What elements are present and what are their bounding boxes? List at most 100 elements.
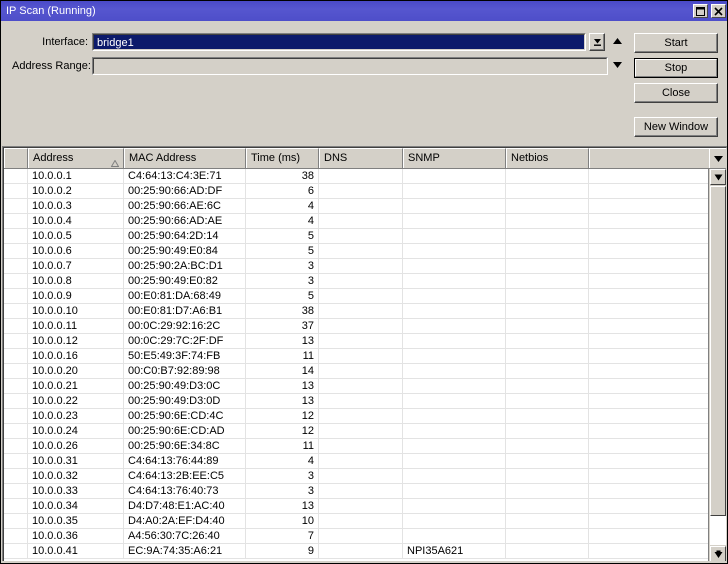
cell-address: 10.0.0.3 <box>28 199 124 213</box>
table-row[interactable]: 10.0.0.2 00:25:90:66:AD:DF 6 <box>4 184 709 199</box>
table-row[interactable]: 10.0.0.33 C4:64:13:76:40:73 3 <box>4 484 709 499</box>
cell-flag <box>4 199 28 213</box>
table-row[interactable]: 10.0.0.3 00:25:90:66:AE:6C 4 <box>4 199 709 214</box>
cell-flag <box>4 184 28 198</box>
column-menu-button[interactable] <box>709 148 726 168</box>
table-row[interactable]: 10.0.0.36 A4:56:30:7C:26:40 7 <box>4 529 709 544</box>
table-row[interactable]: 10.0.0.24 00:25:90:6E:CD:AD 12 <box>4 424 709 439</box>
window-titlebar[interactable]: IP Scan (Running) <box>1 1 727 21</box>
scroll-down-button[interactable] <box>710 546 726 562</box>
cell-snmp <box>403 379 506 393</box>
cell-mac-address: 50:E5:49:3F:74:FB <box>124 349 246 363</box>
table-row[interactable]: 10.0.0.12 00:0C:29:7C:2F:DF 13 <box>4 334 709 349</box>
table-row[interactable]: 10.0.0.10 00:E0:81:D7:A6:B1 38 <box>4 304 709 319</box>
interface-dropdown-button[interactable] <box>589 33 605 51</box>
table-row[interactable]: 10.0.0.22 00:25:90:49:D3:0D 13 <box>4 394 709 409</box>
cell-snmp: NPI35A621 <box>403 544 506 558</box>
scrollbar-track[interactable] <box>710 186 726 545</box>
scrollbar-thumb[interactable] <box>710 186 726 516</box>
cell-address: 10.0.0.7 <box>28 259 124 273</box>
cell-address: 10.0.0.34 <box>28 499 124 513</box>
cell-address: 10.0.0.16 <box>28 349 124 363</box>
table-row[interactable]: 10.0.0.9 00:E0:81:DA:68:49 5 <box>4 289 709 304</box>
cell-netbios <box>506 499 589 513</box>
scan-settings-panel: Interface: bridge1 Address Range: Start … <box>1 21 727 144</box>
cell-address: 10.0.0.26 <box>28 439 124 453</box>
cell-snmp <box>403 229 506 243</box>
cell-netbios <box>506 274 589 288</box>
cell-time: 38 <box>246 169 319 183</box>
table-row[interactable]: 10.0.0.41 EC:9A:74:35:A6:21 9 NPI35A621 <box>4 544 709 559</box>
cell-netbios <box>506 319 589 333</box>
column-header-dns[interactable]: DNS <box>319 148 403 168</box>
cell-filler <box>589 214 709 228</box>
cell-dns <box>319 544 403 558</box>
table-row[interactable]: 10.0.0.23 00:25:90:6E:CD:4C 12 <box>4 409 709 424</box>
cell-snmp <box>403 304 506 318</box>
start-button[interactable]: Start <box>634 33 718 53</box>
column-header-flag[interactable] <box>4 148 28 168</box>
cell-dns <box>319 244 403 258</box>
cell-dns <box>319 349 403 363</box>
scroll-down-icon <box>714 550 722 558</box>
column-header-filler[interactable] <box>589 148 709 168</box>
cell-mac-address: 00:25:90:66:AE:6C <box>124 199 246 213</box>
maximize-button[interactable] <box>693 4 708 18</box>
address-range-input[interactable] <box>92 57 608 75</box>
cell-mac-address: 00:25:90:49:D3:0D <box>124 394 246 408</box>
interface-spinner-up[interactable] <box>609 34 625 48</box>
cell-flag <box>4 484 28 498</box>
cell-filler <box>589 424 709 438</box>
maximize-icon <box>696 6 705 16</box>
column-header-mac-address[interactable]: MAC Address <box>124 148 246 168</box>
table-body[interactable]: 10.0.0.1 C4:64:13:C4:3E:71 38 10.0.0.2 00:25… <box>4 169 709 562</box>
table-row[interactable]: 10.0.0.34 D4:D7:48:E1:AC:40 13 <box>4 499 709 514</box>
table-row[interactable]: 10.0.0.35 D4:A0:2A:EF:D4:40 10 <box>4 514 709 529</box>
cell-filler <box>589 229 709 243</box>
cell-filler <box>589 514 709 528</box>
table-row[interactable]: 10.0.0.26 00:25:90:6E:34:8C 11 <box>4 439 709 454</box>
table-row[interactable]: 10.0.0.5 00:25:90:64:2D:14 5 <box>4 229 709 244</box>
cell-address: 10.0.0.31 <box>28 454 124 468</box>
table-row[interactable]: 10.0.0.11 00:0C:29:92:16:2C 37 <box>4 319 709 334</box>
cell-netbios <box>506 214 589 228</box>
scroll-down-icon <box>714 174 722 180</box>
cell-time: 14 <box>246 364 319 378</box>
cell-dns <box>319 214 403 228</box>
table-row[interactable]: 10.0.0.7 00:25:90:2A:BC:D1 3 <box>4 259 709 274</box>
close-dialog-button[interactable]: Close <box>634 83 718 103</box>
cell-time: 3 <box>246 484 319 498</box>
cell-dns <box>319 514 403 528</box>
table-row[interactable]: 10.0.0.20 00:C0:B7:92:89:98 14 <box>4 364 709 379</box>
table-row[interactable]: 10.0.0.16 50:E5:49:3F:74:FB 11 <box>4 349 709 364</box>
cell-filler <box>589 499 709 513</box>
column-header-snmp[interactable]: SNMP <box>403 148 506 168</box>
table-row[interactable]: 10.0.0.21 00:25:90:49:D3:0C 13 <box>4 379 709 394</box>
table-row[interactable]: 10.0.0.4 00:25:90:66:AD:AE 4 <box>4 214 709 229</box>
address-range-dropdown-button[interactable] <box>609 58 625 72</box>
new-window-button[interactable]: New Window <box>634 117 718 137</box>
column-header-time[interactable]: Time (ms) <box>246 148 319 168</box>
table-row[interactable]: 10.0.0.1 C4:64:13:C4:3E:71 38 <box>4 169 709 184</box>
scan-results-table: Address MAC Address Time (ms) DNS SNMP N… <box>2 146 727 563</box>
scroll-up-button[interactable] <box>710 169 726 185</box>
table-row[interactable]: 10.0.0.32 C4:64:13:2B:EE:C5 3 <box>4 469 709 484</box>
stop-button[interactable]: Stop <box>634 58 718 78</box>
close-button[interactable] <box>711 4 726 18</box>
cell-address: 10.0.0.11 <box>28 319 124 333</box>
cell-filler <box>589 409 709 423</box>
column-header-netbios[interactable]: Netbios <box>506 148 589 168</box>
cell-time: 4 <box>246 199 319 213</box>
cell-time: 38 <box>246 304 319 318</box>
vertical-scrollbar[interactable] <box>708 169 726 562</box>
cell-snmp <box>403 469 506 483</box>
interface-input[interactable]: bridge1 <box>92 33 586 51</box>
table-row[interactable]: 10.0.0.8 00:25:90:49:E0:82 3 <box>4 274 709 289</box>
cell-snmp <box>403 244 506 258</box>
column-header-address[interactable]: Address <box>28 148 124 168</box>
cell-address: 10.0.0.4 <box>28 214 124 228</box>
table-row[interactable]: 10.0.0.31 C4:64:13:76:44:89 4 <box>4 454 709 469</box>
cell-mac-address: 00:E0:81:DA:68:49 <box>124 289 246 303</box>
interface-value: bridge1 <box>97 37 134 49</box>
table-row[interactable]: 10.0.0.6 00:25:90:49:E0:84 5 <box>4 244 709 259</box>
